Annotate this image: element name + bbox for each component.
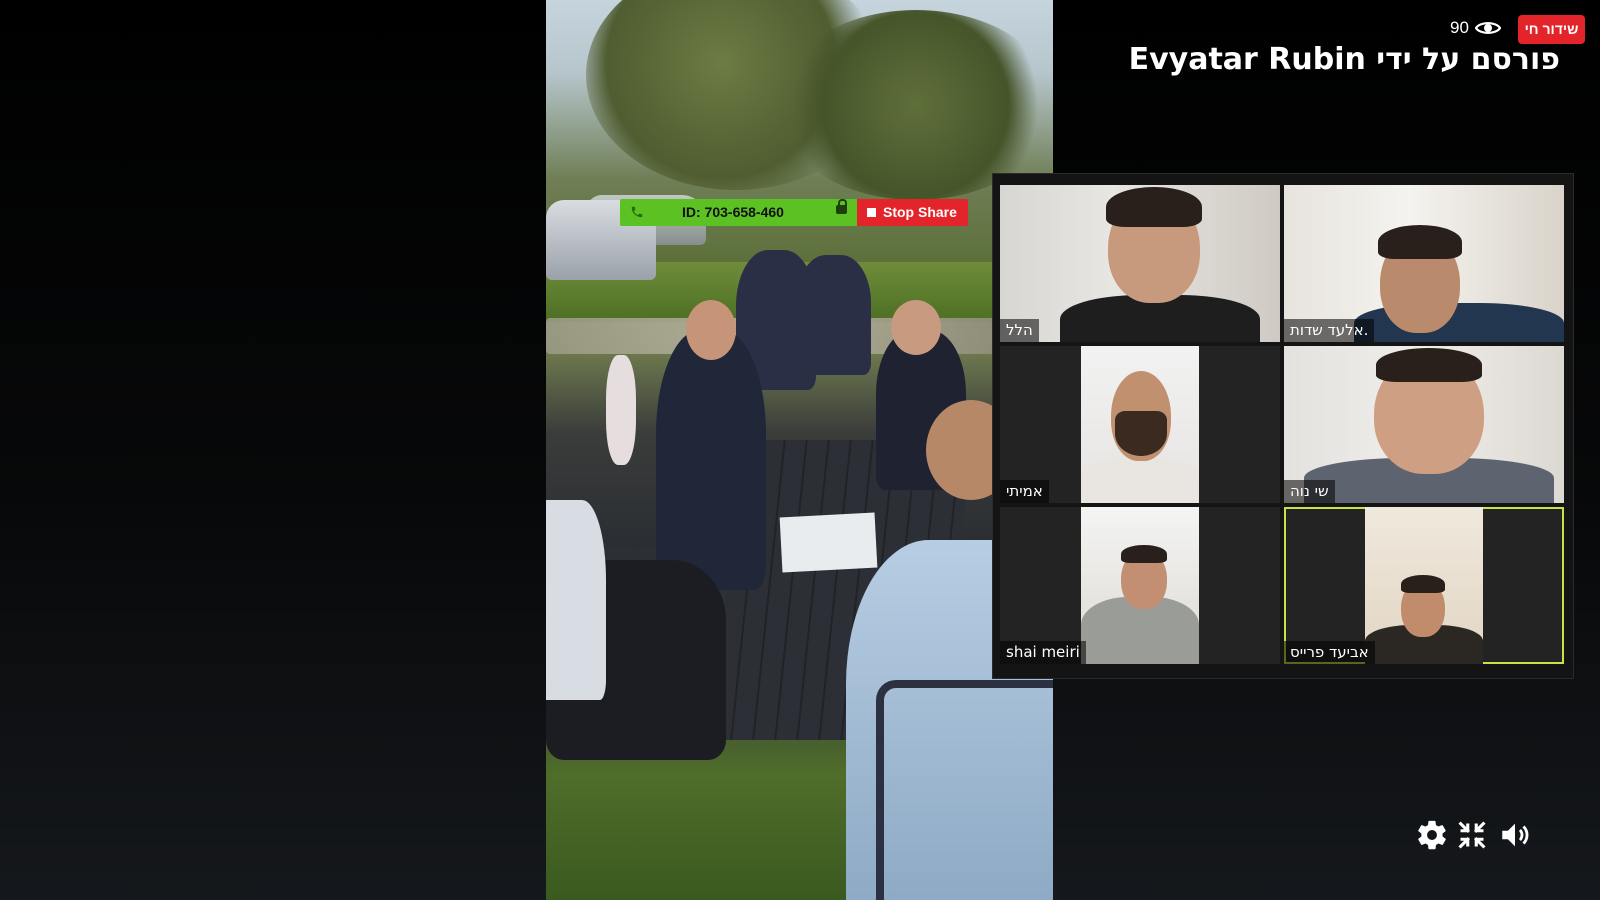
participant-tile[interactable]: אלעד שדות. xyxy=(1284,185,1564,342)
participant-hair xyxy=(1106,187,1202,227)
phone-icon xyxy=(630,205,644,222)
shared-screen-video xyxy=(546,0,1053,900)
participant-body xyxy=(1081,458,1199,503)
stop-share-label: Stop Share xyxy=(883,204,957,220)
lock-icon xyxy=(836,199,847,214)
participant-name: שי נוה xyxy=(1284,480,1335,503)
compress-icon xyxy=(1458,821,1486,849)
participant-name: shai meiri xyxy=(1000,641,1086,664)
participant-video xyxy=(1365,507,1483,664)
video-scene-chair xyxy=(876,680,1053,900)
gear-icon xyxy=(1418,820,1446,850)
video-scene-head xyxy=(891,300,941,355)
participant-beard xyxy=(1115,411,1167,456)
posted-by-title: פורסם על ידי Evyatar Rubin xyxy=(1128,42,1560,77)
participants-gallery: הלל אלעד שדות. אמיתי שי נוה shai meiri א… xyxy=(992,173,1574,679)
eye-icon xyxy=(1474,20,1502,36)
video-scene-person xyxy=(796,255,871,375)
participant-hair xyxy=(1401,575,1445,593)
settings-button[interactable] xyxy=(1415,818,1449,852)
meeting-toolbar: ID: 703-658-460 Stop Share xyxy=(620,199,968,226)
participant-hair xyxy=(1121,545,1167,563)
participant-video xyxy=(1000,185,1280,342)
participant-tile[interactable]: shai meiri xyxy=(1000,507,1280,664)
video-scene-person xyxy=(656,330,766,590)
video-scene-tree xyxy=(776,10,1053,200)
participant-name: הלל xyxy=(1000,319,1039,342)
participant-name: אלעד שדות. xyxy=(1284,319,1375,342)
participant-tile-active-speaker[interactable]: אביעד פרייס xyxy=(1284,507,1564,664)
stop-icon xyxy=(867,208,876,217)
participant-hair xyxy=(1378,225,1462,259)
video-scene-head xyxy=(686,300,736,360)
stop-share-button[interactable]: Stop Share xyxy=(857,199,968,226)
viewer-count: 90 xyxy=(1450,18,1502,38)
video-scene-person xyxy=(606,355,636,465)
participant-tile[interactable]: אמיתי xyxy=(1000,346,1280,503)
participant-hair xyxy=(1376,348,1482,382)
participant-video xyxy=(1081,346,1199,503)
volume-icon xyxy=(1502,823,1529,847)
meeting-id-text: ID: 703-658-460 xyxy=(682,204,784,220)
exit-fullscreen-button[interactable] xyxy=(1455,818,1489,852)
video-scene-napkin xyxy=(779,512,878,573)
participant-tile[interactable]: הלל xyxy=(1000,185,1280,342)
viewer-count-number: 90 xyxy=(1450,18,1469,37)
participant-name: אביעד פרייס xyxy=(1284,641,1375,664)
volume-button[interactable] xyxy=(1498,818,1532,852)
participant-name: אמיתי xyxy=(1000,480,1049,503)
participant-tile[interactable]: שי נוה xyxy=(1284,346,1564,503)
video-scene-person xyxy=(546,500,606,700)
participant-video xyxy=(1081,507,1199,664)
live-badge: שידור חי xyxy=(1518,15,1585,44)
meeting-id-bar[interactable]: ID: 703-658-460 xyxy=(620,199,857,226)
